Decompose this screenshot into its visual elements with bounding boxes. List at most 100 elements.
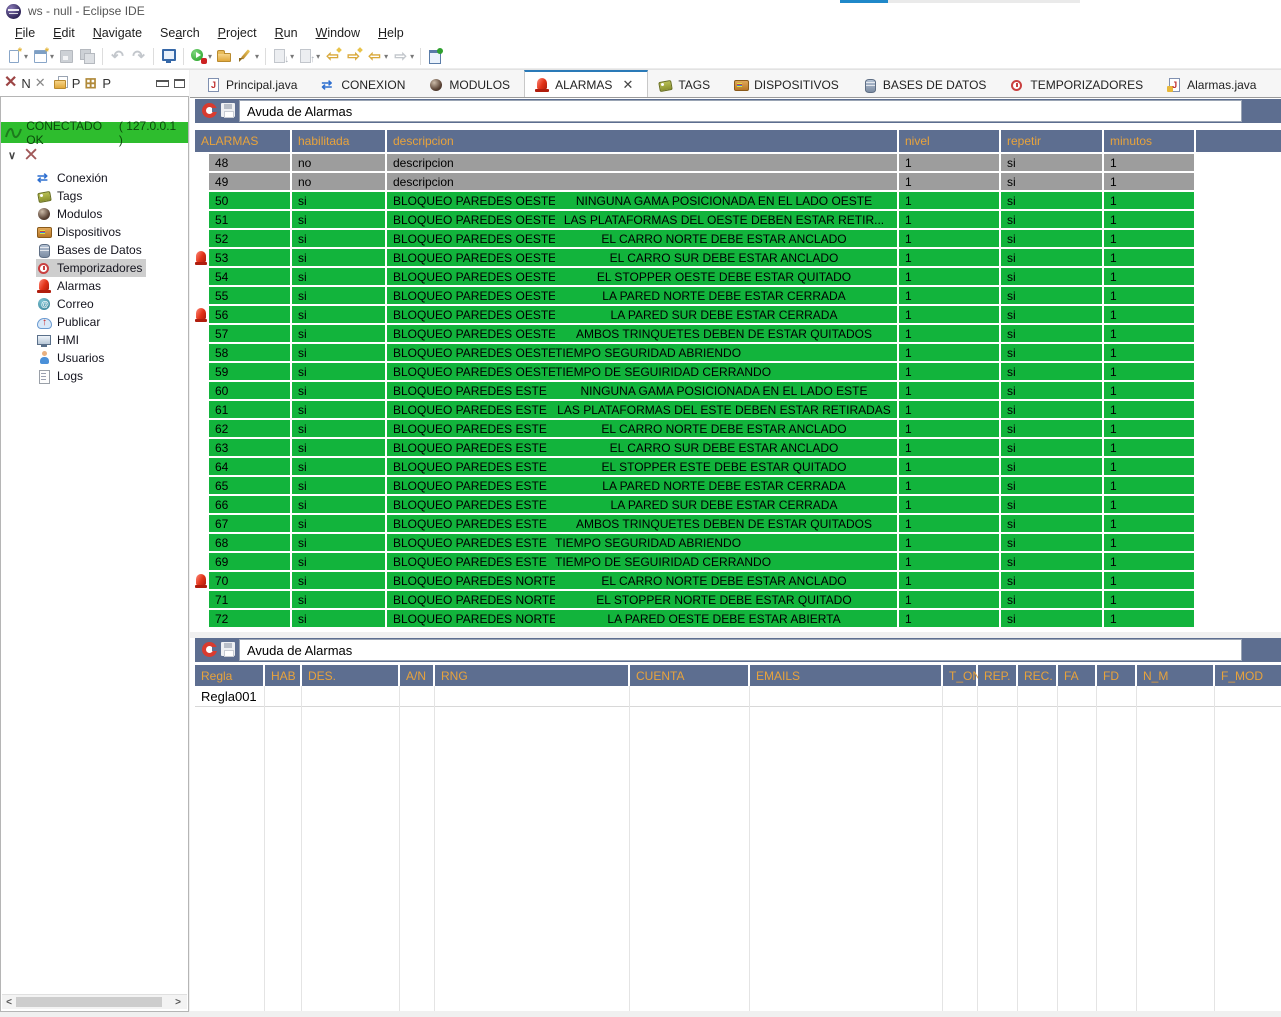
alarm-level-cell[interactable]: 1 [899, 553, 999, 570]
alarm-level-cell[interactable]: 1 [899, 401, 999, 418]
sidebar-item-temporizadores[interactable]: Temporizadores [36, 259, 147, 277]
dropdown-arrow-icon[interactable]: ▾ [290, 52, 294, 61]
alarm-row[interactable]: 69 si BLOQUEO PAREDES ESTE TIEMPO DE SEGUIR… [195, 553, 1196, 570]
alarm-level-cell[interactable]: 1 [899, 591, 999, 608]
alarm-row[interactable]: 48 no descripcion 1 si 1 [195, 154, 1196, 171]
alarm-enabled-cell[interactable]: si [292, 382, 385, 399]
alarm-enabled-cell[interactable]: si [292, 211, 385, 228]
menu-window[interactable]: Window [307, 24, 369, 42]
pin-editor-button[interactable] [426, 47, 445, 65]
rule-col-n-m[interactable]: N_M [1137, 665, 1213, 686]
alarm-id-cell[interactable]: 66 [209, 496, 290, 513]
alarm-minutes-cell[interactable]: 1 [1104, 268, 1194, 285]
alarm-enabled-cell[interactable]: si [292, 344, 385, 361]
alarm-enabled-cell[interactable]: si [292, 439, 385, 456]
alarm-level-cell[interactable]: 1 [899, 515, 999, 532]
alarm-level-cell[interactable]: 1 [899, 610, 999, 627]
alarm-level-cell[interactable]: 1 [899, 439, 999, 456]
alarm-id-cell[interactable]: 53 [209, 249, 290, 266]
alarm-id-cell[interactable]: 49 [209, 173, 290, 190]
alarm-level-cell[interactable]: 1 [899, 287, 999, 304]
alarm-repeat-cell[interactable]: si [1001, 591, 1102, 608]
alarm-repeat-cell[interactable]: si [1001, 363, 1102, 380]
tab-alarmas[interactable]: ALARMAS ✕ [524, 70, 649, 97]
rule-col-f-mod[interactable]: F_MOD [1215, 665, 1281, 686]
run-button[interactable]: ▾ [189, 47, 213, 65]
alarm-col-nivel[interactable]: nivel [899, 130, 999, 152]
alarm-level-cell[interactable]: 1 [899, 458, 999, 475]
dropdown-arrow-icon[interactable]: ▾ [410, 52, 414, 61]
alarm-repeat-cell[interactable]: si [1001, 287, 1102, 304]
alarm-repeat-cell[interactable]: si [1001, 211, 1102, 228]
alarm-desc-cell[interactable]: BLOQUEO PAREDES ESTE TIEMPO SEGURIDAD ABR… [387, 534, 897, 551]
disconnect-icon[interactable]: ✕ [23, 146, 39, 165]
alarm-level-cell[interactable]: 1 [899, 363, 999, 380]
alarm-id-cell[interactable]: 57 [209, 325, 290, 342]
alarm-row[interactable]: 60 si BLOQUEO PAREDES ESTE NINGUNA GAMA POS… [195, 382, 1196, 399]
sidebar-item-conexi-n[interactable]: Conexión [36, 169, 112, 187]
alarm-desc-cell[interactable]: BLOQUEO PAREDES OESTE EL CARRO SUR DEBE E… [387, 249, 897, 266]
alarm-desc-cell[interactable]: BLOQUEO PAREDES OESTE LAS PLATAFORMAS DEL… [387, 211, 897, 228]
alarm-desc-cell[interactable]: BLOQUEO PAREDES ESTE LA PARED NORTE DEBE … [387, 477, 897, 494]
scrollbar-thumb[interactable] [16, 997, 162, 1007]
view-tab-p-2[interactable]: P [102, 76, 111, 91]
chevron-down-icon[interactable]: ∨ [8, 149, 16, 162]
alarm-row[interactable]: 63 si BLOQUEO PAREDES ESTE EL CARRO SUR DEB… [195, 439, 1196, 456]
view-tab-p-1[interactable]: P [72, 76, 81, 91]
dropdown-arrow-icon[interactable]: ▾ [24, 52, 28, 61]
save-all-button[interactable] [78, 47, 97, 65]
alarm-id-cell[interactable]: 62 [209, 420, 290, 437]
alarm-enabled-cell[interactable]: si [292, 192, 385, 209]
alarm-row[interactable]: 58 si BLOQUEO PAREDES OESTE TIEMPO SEGURIDA… [195, 344, 1196, 361]
highlighter-button[interactable]: ▾ [236, 47, 260, 65]
tab-temporizadores[interactable]: TEMPORIZADORES [1000, 70, 1157, 97]
alarm-minutes-cell[interactable]: 1 [1104, 515, 1194, 532]
rule-col-cuenta[interactable]: CUENTA [630, 665, 748, 686]
alarm-level-cell[interactable]: 1 [899, 154, 999, 171]
alarm-id-cell[interactable]: 50 [209, 192, 290, 209]
alarm-desc-cell[interactable]: BLOQUEO PAREDES OESTE LA PARED NORTE DEBE… [387, 287, 897, 304]
alarm-id-cell[interactable]: 48 [209, 154, 290, 171]
alarm-minutes-cell[interactable]: 1 [1104, 420, 1194, 437]
alarm-row[interactable]: 57 si BLOQUEO PAREDES OESTE AMBOS TRINQUETE… [195, 325, 1196, 342]
alarm-desc-cell[interactable]: descripcion [387, 154, 897, 171]
alarm-minutes-cell[interactable]: 1 [1104, 591, 1194, 608]
alarm-desc-cell[interactable]: BLOQUEO PAREDES ESTE LA PARED SUR DEBE ES… [387, 496, 897, 513]
sidebar-item-alarmas[interactable]: Alarmas [36, 277, 105, 295]
alarm-row[interactable]: 49 no descripcion 1 si 1 [195, 173, 1196, 190]
dropdown-arrow-icon[interactable]: ▾ [255, 52, 259, 61]
rule-col-emails[interactable]: EMAILS [750, 665, 941, 686]
alarm-desc-cell[interactable]: BLOQUEO PAREDES OESTE AMBOS TRINQUETES DE… [387, 325, 897, 342]
alarm-row[interactable]: 62 si BLOQUEO PAREDES ESTE EL CARRO NORTE D… [195, 420, 1196, 437]
undo-button[interactable] [108, 47, 127, 65]
rules-filter-input[interactable] [239, 639, 1242, 661]
alarm-minutes-cell[interactable]: 1 [1104, 211, 1194, 228]
rule-col-hab[interactable]: HAB [265, 665, 300, 686]
sidebar-item-hmi[interactable]: HMI [36, 331, 83, 349]
alarm-repeat-cell[interactable]: si [1001, 154, 1102, 171]
close-icon[interactable]: ✕ [35, 75, 46, 91]
alarm-repeat-cell[interactable]: si [1001, 610, 1102, 627]
alarm-id-cell[interactable]: 60 [209, 382, 290, 399]
rule-col-rec[interactable]: REC. [1018, 665, 1056, 686]
dropdown-arrow-icon[interactable]: ▾ [384, 52, 388, 61]
alarm-col-extra[interactable] [1196, 130, 1281, 152]
alarm-id-cell[interactable]: 71 [209, 591, 290, 608]
alarm-repeat-cell[interactable]: si [1001, 420, 1102, 437]
sidebar-item-modulos[interactable]: Modulos [36, 205, 106, 223]
alarm-desc-cell[interactable]: BLOQUEO PAREDES OESTE NINGUNA GAMA POSICI… [387, 192, 897, 209]
alarm-enabled-cell[interactable]: si [292, 496, 385, 513]
alarm-row[interactable]: 65 si BLOQUEO PAREDES ESTE LA PARED NORTE D… [195, 477, 1196, 494]
new-button[interactable]: ▾ [5, 47, 29, 65]
alarm-minutes-cell[interactable]: 1 [1104, 173, 1194, 190]
alarm-enabled-cell[interactable]: si [292, 610, 385, 627]
alarm-row[interactable]: 61 si BLOQUEO PAREDES ESTE LAS PLATAFORMAS … [195, 401, 1196, 418]
rule-col-fd[interactable]: FD [1097, 665, 1135, 686]
scroll-left-icon[interactable]: < [3, 996, 15, 1008]
sidebar-item-bases-de-datos[interactable]: Bases de Datos [36, 241, 146, 259]
rule-col-rep[interactable]: REP. [978, 665, 1016, 686]
alarm-row[interactable]: 51 si BLOQUEO PAREDES OESTE LAS PLATAFORMAS… [195, 211, 1196, 228]
alarm-repeat-cell[interactable]: si [1001, 401, 1102, 418]
alarm-repeat-cell[interactable]: si [1001, 458, 1102, 475]
view-tab-n-0[interactable]: N [21, 76, 30, 91]
